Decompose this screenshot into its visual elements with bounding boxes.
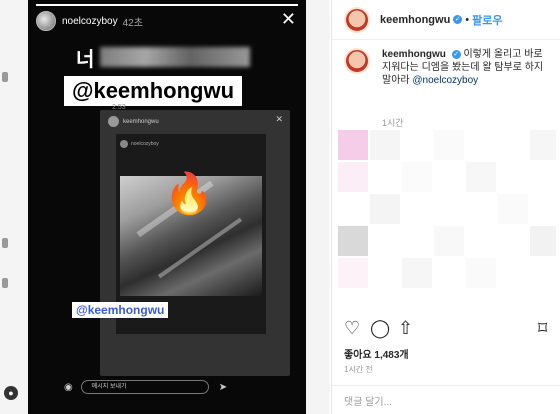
profile-icon[interactable]: ● (4, 386, 18, 400)
nested-inner-header: noelcozyboy (120, 140, 159, 148)
edge-marker (2, 238, 8, 248)
story-avatar[interactable] (36, 11, 56, 31)
caption-body: keemhongwu ✓ 이렇게 올리고 바로 지워다는 디엠을 봤는데 왈 탐… (382, 48, 554, 87)
story-time: 42초 (122, 17, 143, 29)
edge-marker (2, 278, 8, 288)
pixel-block (370, 194, 400, 224)
pixel-block (434, 130, 464, 160)
nested-story-screenshot: keemhongwu ✕ noelcozyboy 🔥 (100, 110, 290, 376)
caption-tag-link[interactable]: @noelcozyboy (412, 75, 478, 86)
pixel-block (338, 226, 368, 256)
verified-badge-icon: ✓ (451, 50, 461, 59)
pixel-block (530, 130, 556, 160)
story-frame[interactable]: noelcozyboy 42초 ✕ 너 @keemhongwu 2:53 kee… (28, 0, 306, 414)
pixel-block (466, 258, 496, 288)
story-progress-bar (36, 4, 298, 6)
story-viewer-backdrop: ● noelcozyboy 42초 ✕ 너 @keemhongwu 2:53 k… (0, 0, 330, 414)
comment-icon[interactable]: ◯ (370, 318, 390, 338)
pixelated-comments (338, 130, 556, 305)
nested-mention-sticker: @keemhongwu (72, 302, 169, 318)
comment-input[interactable]: 댓글 달기... (332, 385, 560, 414)
verified-badge-icon: ✓ (453, 15, 463, 24)
message-input[interactable]: 메시지 보내기 (80, 380, 209, 394)
pixel-block (498, 194, 528, 224)
nested-header: keemhongwu (108, 116, 159, 127)
overlay-first-char: 너 (76, 48, 95, 71)
post-time: 1시간 전 (344, 365, 373, 374)
share-icon[interactable]: ⇧ (398, 318, 413, 338)
pixel-block (338, 162, 368, 192)
nested-inner-username: noelcozyboy (131, 141, 159, 147)
pixel-block (434, 226, 464, 256)
pixel-block (370, 130, 400, 160)
caption-time: 1시간 (382, 118, 404, 128)
pixel-block (338, 258, 368, 288)
pixel-block (466, 162, 496, 192)
avatar[interactable] (344, 6, 370, 33)
fire-icon: 🔥 (164, 172, 214, 216)
post-actions: ♡ ◯ ⇧ ⌑ (344, 318, 552, 340)
send-icon[interactable]: ➤ (219, 382, 227, 393)
story-username[interactable]: noelcozyboy (62, 16, 118, 27)
story-mention-sticker[interactable]: @keemhongwu (64, 76, 243, 106)
story-progress-fill (36, 4, 298, 6)
pixel-block (402, 258, 432, 288)
blurred-text (100, 47, 251, 67)
heart-icon[interactable]: ♡ (344, 318, 360, 338)
story-header: noelcozyboy 42초 (36, 10, 143, 32)
likes-count[interactable]: 좋아요 1,483개 (344, 346, 409, 361)
pixel-block (402, 162, 432, 192)
caption-username[interactable]: keemhongwu (382, 49, 446, 60)
caption-avatar[interactable] (344, 48, 370, 74)
story-reply-bar: ◉ 메시지 보내기 ➤ (64, 380, 264, 394)
nested-close-icon: ✕ (275, 114, 283, 124)
post-username[interactable]: keemhongwu (380, 14, 450, 26)
nested-avatar (108, 116, 119, 127)
follow-button[interactable]: 팔로우 (472, 12, 502, 28)
edge-marker (2, 72, 8, 82)
camera-icon[interactable]: ◉ (64, 382, 73, 393)
post-panel: keemhongwu ✓ • 팔로우 keemhongwu ✓ 이렇게 올리고 … (331, 0, 560, 414)
pixel-block (530, 226, 556, 256)
post-header: keemhongwu ✓ • 팔로우 (332, 0, 560, 40)
pixel-block (338, 130, 368, 160)
post-caption: keemhongwu ✓ 이렇게 올리고 바로 지워다는 디엠을 봤는데 왈 탐… (344, 48, 554, 87)
separator-dot: • (465, 13, 470, 26)
bookmark-icon[interactable]: ⌑ (538, 318, 547, 338)
nested-username: keemhongwu (123, 118, 159, 125)
story-overlay-text: 너 (76, 44, 251, 71)
close-icon[interactable]: ✕ (281, 10, 296, 28)
nested-inner-avatar (120, 140, 128, 148)
photo-streak (157, 217, 243, 279)
